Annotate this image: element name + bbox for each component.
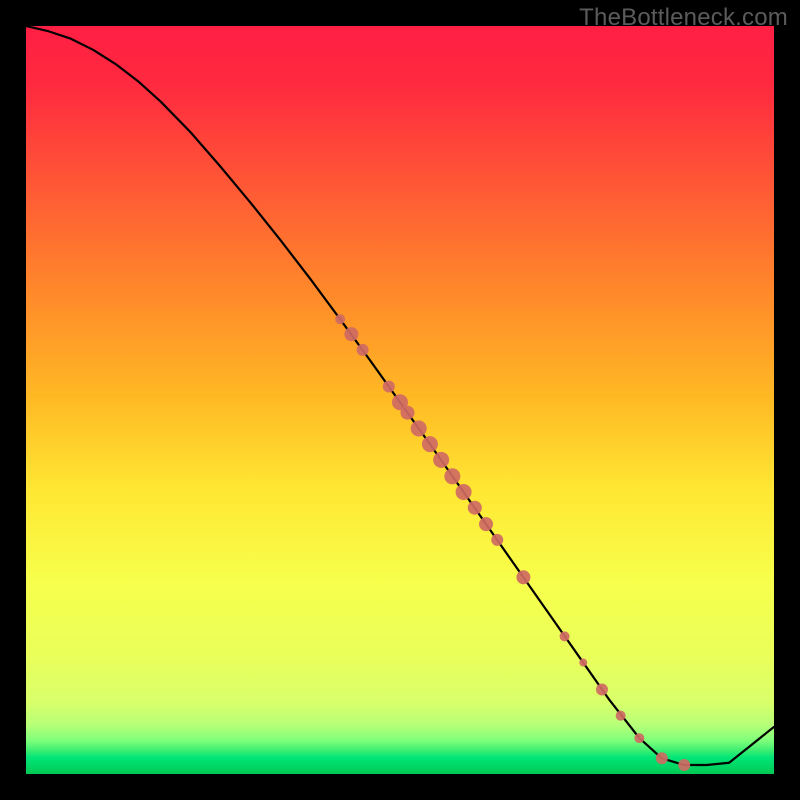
data-point (516, 570, 530, 584)
data-point (468, 501, 482, 515)
chart-svg (26, 26, 774, 774)
data-point (491, 534, 503, 546)
data-point (400, 406, 414, 420)
data-point (656, 752, 668, 764)
data-point (596, 683, 608, 695)
data-point (678, 759, 690, 771)
data-point (456, 484, 472, 500)
data-point (344, 327, 358, 341)
plot-area (26, 26, 774, 774)
data-point (411, 420, 427, 436)
data-point (422, 436, 438, 452)
data-point (634, 733, 644, 743)
data-point (444, 468, 460, 484)
data-point (433, 452, 449, 468)
data-point (357, 344, 369, 356)
data-point (616, 711, 626, 721)
data-point (579, 659, 587, 667)
chart-frame: TheBottleneck.com (0, 0, 800, 800)
data-point (560, 631, 570, 641)
data-point (479, 517, 493, 531)
data-point (383, 381, 395, 393)
watermark-text: TheBottleneck.com (579, 4, 788, 32)
data-point (335, 314, 345, 324)
